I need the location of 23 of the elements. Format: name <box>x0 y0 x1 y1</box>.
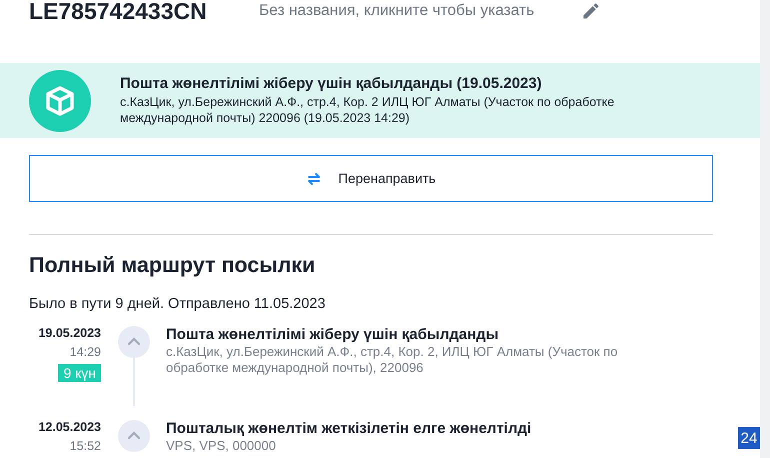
box-icon <box>29 70 91 132</box>
route-summary: Было в пути 9 дней. Отправлено 11.05.2023 <box>29 296 326 312</box>
event-title: Пошталық жөнелтім жеткізілетін елге жөнелтілді <box>166 420 532 437</box>
route-heading: Полный маршрут посылки <box>29 253 316 278</box>
pencil-icon[interactable] <box>581 1 601 21</box>
event-time: 14:29 <box>70 345 101 359</box>
status-details: с.КазЦик, ул.Бережинский А.Ф., стр.4, Кор. 2 ИЛЦ ЮГ Алматы (Участок по обработке международной почты) 220096 (19.05.2023 14:29) <box>120 94 616 126</box>
parcel-name-link[interactable]: Без названия, кликните чтобы указать <box>259 2 581 20</box>
swap-icon <box>306 170 322 186</box>
event-details: с.КазЦик, ул.Бережинский А.Ф., стр.4, Кор. 2, ИЛЦ ЮГ Алматы (Участок по обработке международной почты), 220096 <box>166 344 619 376</box>
redirect-button[interactable]: Перенаправить <box>29 155 713 202</box>
corner-badge[interactable]: 24 <box>738 427 760 449</box>
event-details: VPS, VPS, 000000 <box>166 438 277 454</box>
event-time: 15:52 <box>70 439 101 453</box>
scrollbar[interactable] <box>760 0 770 458</box>
chevron-up-icon[interactable] <box>118 420 150 452</box>
event-date: 19.05.2023 <box>38 326 101 340</box>
event-title: Пошта жөнелтілімі жіберу үшін қабылданды <box>166 326 500 343</box>
event-date: 12.05.2023 <box>38 420 101 434</box>
tracking-number: LE785742433CN <box>29 0 208 24</box>
duration-badge: 9 күн <box>58 364 101 382</box>
chevron-up-icon[interactable] <box>118 326 150 358</box>
status-title: Пошта жөнелтілімі жіберу үшін қабылданды (19.05.2023) <box>120 75 543 92</box>
